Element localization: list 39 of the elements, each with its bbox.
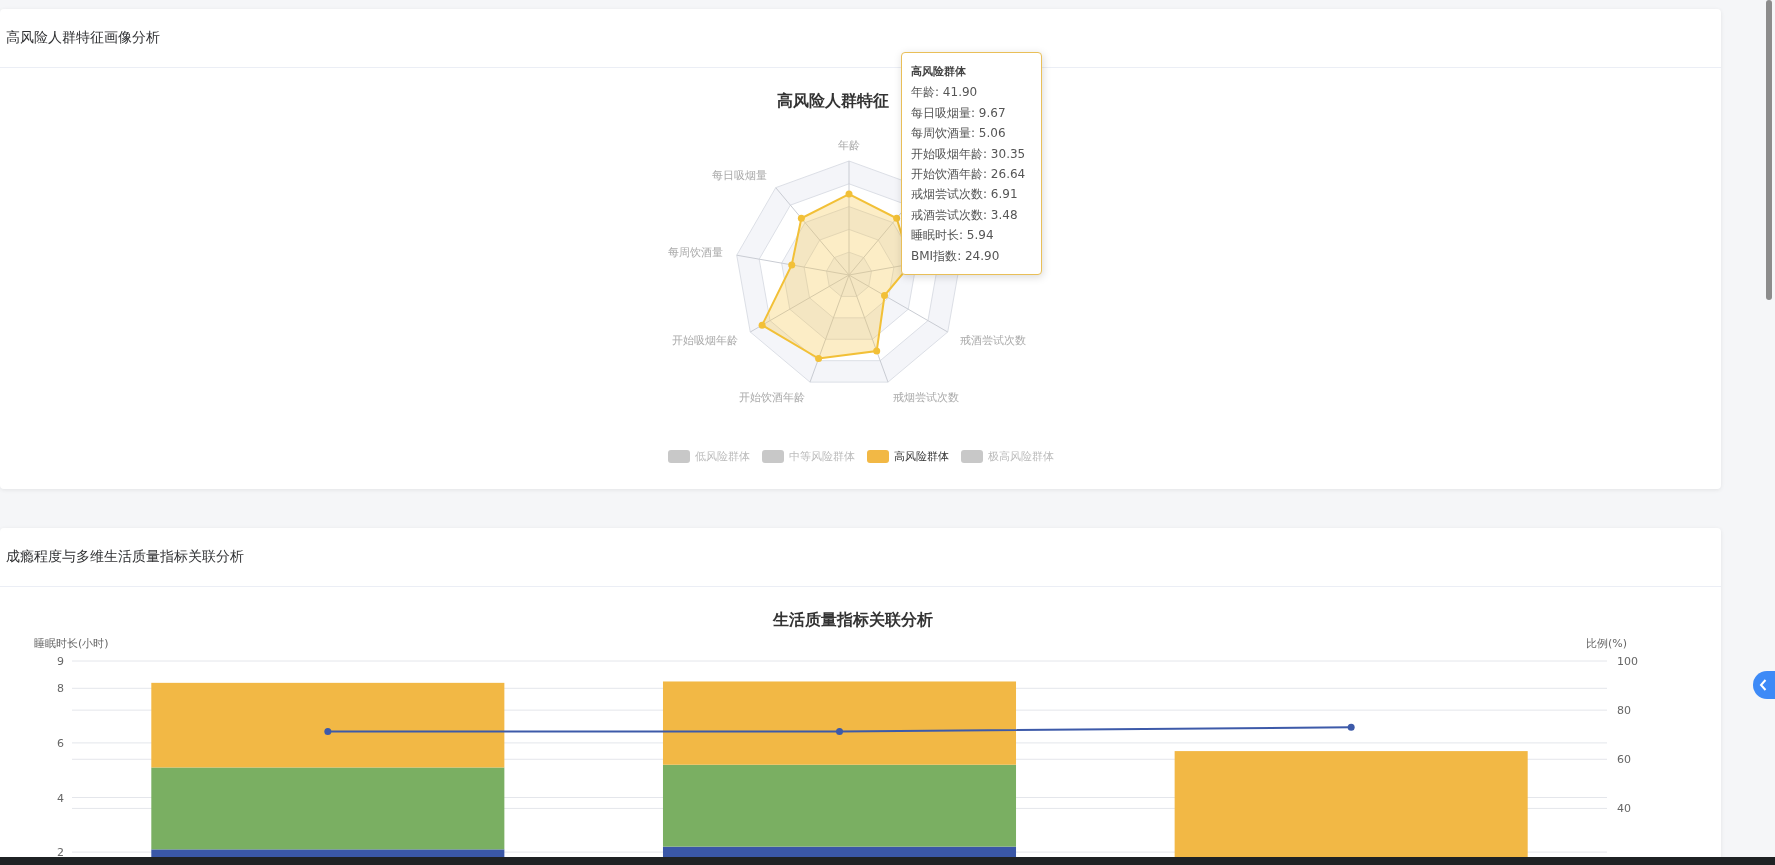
- chart-title: 生活质量指标关联分析: [773, 610, 933, 629]
- card-title: 高风险人群特征画像分析: [6, 29, 160, 47]
- tick-label: 60: [1617, 753, 1631, 767]
- legend-item[interactable]: 高风险群体: [866, 448, 949, 464]
- tick-label: 6: [57, 736, 64, 750]
- tick-label: 2: [57, 846, 64, 858]
- tooltip-line: 开始吸烟年龄: 30.35: [911, 145, 1027, 163]
- axis-label: 每周饮酒量: [667, 246, 723, 260]
- tooltip-line: 每周饮酒量: 5.06: [911, 125, 1007, 143]
- tooltip-line: 戒酒尝试次数: 3.48: [911, 206, 1019, 224]
- tooltip-line: 戒烟尝试次数: 6.91: [911, 186, 1019, 204]
- tick-label: 4: [57, 791, 64, 805]
- chart-title: 高风险人群特征: [777, 91, 889, 110]
- tooltip-line: 睡眠时长: 5.94: [911, 227, 995, 245]
- axis-label: 开始吸烟年龄: [672, 334, 739, 347]
- scrollbar-thumb[interactable]: [1766, 0, 1772, 300]
- tooltip-line: 年龄: 41.90: [911, 84, 979, 102]
- collapse-button[interactable]: [1753, 671, 1775, 699]
- axis-title: 比例(%): [1586, 637, 1628, 650]
- tooltip-line: BMI指数: 24.90: [911, 247, 1001, 265]
- chevron-left-icon: [1759, 679, 1767, 691]
- tooltip-line: 每日吸烟量: 9.67: [911, 104, 1007, 122]
- axis-label: 戒烟尝试次数: [892, 391, 959, 405]
- legend-item[interactable]: 低风险群体: [667, 448, 750, 464]
- legend-item[interactable]: 极高风险群体: [960, 448, 1054, 464]
- tick-label: 9: [57, 655, 64, 668]
- tick-label: 80: [1617, 704, 1631, 718]
- tooltip-title: 高风险群体: [911, 64, 967, 80]
- legend-item[interactable]: 中等风险群体: [761, 448, 855, 464]
- axis-title: 睡眠时长(小时): [34, 637, 109, 650]
- axis-label: 开始饮酒年龄: [739, 391, 806, 405]
- tick-label: 8: [57, 682, 64, 696]
- axis-label: 每日吸烟量: [711, 169, 767, 183]
- card-title: 成瘾程度与多维生活质量指标关联分析: [6, 548, 244, 566]
- tooltip-line: 开始饮酒年龄: 26.64: [911, 166, 1027, 184]
- axis-label: 戒酒尝试次数: [959, 334, 1026, 347]
- tick-label: 100: [1617, 655, 1638, 668]
- tick-label: 40: [1617, 802, 1631, 816]
- axis-label: 年龄: [838, 139, 860, 152]
